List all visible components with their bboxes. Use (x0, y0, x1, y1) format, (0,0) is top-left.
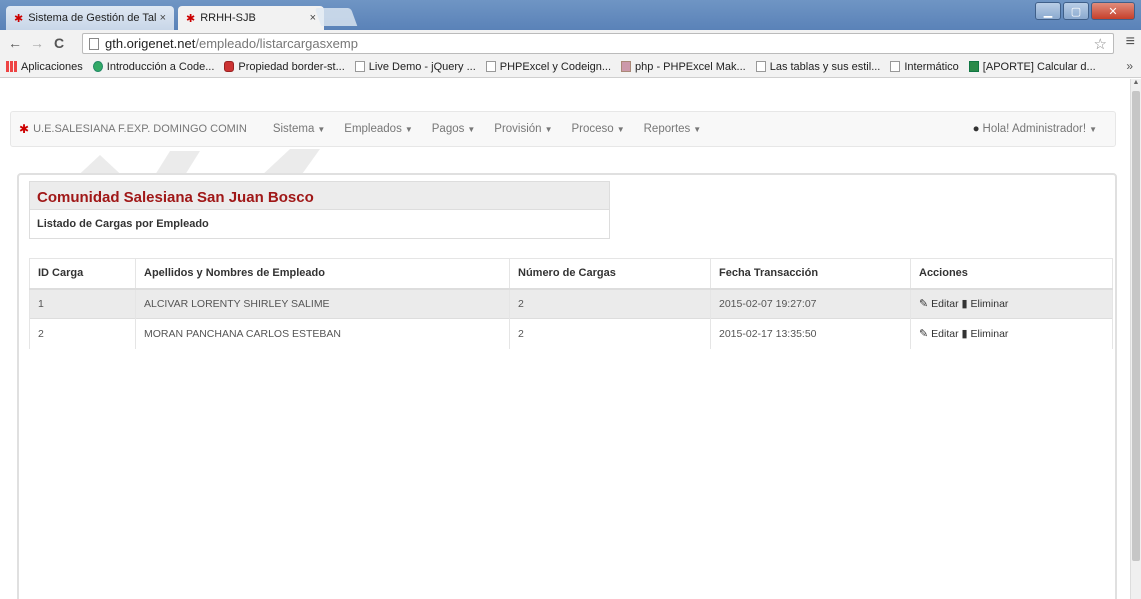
bookmarks-overflow-icon[interactable]: » (1126, 59, 1133, 73)
apps-icon (6, 61, 17, 72)
menu-provision[interactable]: Provisión ▼ (494, 123, 552, 135)
caret-down-icon: ▼ (544, 125, 553, 134)
reload-icon[interactable]: C (48, 35, 70, 51)
tab-label: RRHH-SJB (200, 12, 256, 24)
page-title: Comunidad Salesiana San Juan Bosco (30, 182, 609, 210)
tab-label: Sistema de Gestión de Tal (28, 12, 157, 24)
menu-pagos[interactable]: Pagos ▼ (432, 123, 476, 135)
page-content: ✱ U.E.SALESIANA F.EXP. DOMINGO COMIN Sis… (0, 79, 1130, 599)
column-header-id: ID Carga (29, 258, 136, 290)
bookmark-item[interactable]: PHPExcel y Codeign... (485, 61, 611, 73)
caret-down-icon: ▼ (317, 125, 326, 134)
browser-titlebar: ✱ Sistema de Gestión de Tal × ✱ RRHH-SJB… (0, 0, 1141, 30)
site-favicon-icon: ✱ (14, 12, 24, 25)
tab-rrhh-sjb[interactable]: ✱ RRHH-SJB × (178, 6, 324, 30)
logo-icon: ✱ (19, 122, 30, 136)
app-navbar: ✱ U.E.SALESIANA F.EXP. DOMINGO COMIN Sis… (10, 111, 1116, 147)
site-favicon-icon: ✱ (186, 12, 196, 25)
bookmark-icon (224, 61, 235, 72)
url-path: /empleado/listarcargasxemp (195, 36, 358, 51)
bookmark-icon (621, 61, 632, 72)
bookmark-icon (968, 61, 979, 72)
caret-down-icon: ▼ (693, 125, 702, 134)
tab-close-icon[interactable]: × (310, 12, 316, 24)
caret-down-icon: ▼ (404, 125, 413, 134)
minimize-button[interactable]: ▁ (1035, 2, 1061, 20)
menu-reportes[interactable]: Reportes ▼ (644, 123, 702, 135)
user-menu[interactable]: ● Hola! Administrador! ▼ (973, 123, 1097, 135)
bookmark-icon (92, 61, 103, 72)
page-scrollbar[interactable]: ▲ (1130, 79, 1141, 599)
bookmark-apps[interactable]: Aplicaciones (6, 61, 83, 73)
column-header-name: Apellidos y Nombres de Empleado (135, 258, 510, 290)
brand-link[interactable]: ✱ U.E.SALESIANA F.EXP. DOMINGO COMIN (19, 122, 247, 136)
trash-icon: ▮ (961, 298, 968, 311)
edit-button[interactable]: ✎ Editar (919, 298, 959, 310)
browser-menu-icon[interactable]: ≡ (1126, 33, 1135, 51)
caret-down-icon: ▼ (467, 125, 476, 134)
page-icon (890, 61, 901, 72)
page-icon (89, 37, 99, 50)
table-row: 2 MORAN PANCHANA CARLOS ESTEBAN 2 2015-0… (29, 318, 1113, 349)
scroll-up-arrow-icon[interactable]: ▲ (1131, 79, 1141, 89)
close-window-button[interactable]: ✕ (1091, 2, 1135, 20)
address-bar[interactable]: gth.origenet.net/empleado/listarcargasxe… (82, 33, 1114, 54)
bookmark-item[interactable]: php - PHPExcel Mak... (621, 61, 746, 73)
delete-button[interactable]: ▮ Eliminar (962, 328, 1009, 340)
scrollbar-thumb[interactable] (1132, 91, 1140, 561)
url-host: gth.origenet.net (105, 36, 196, 51)
caret-down-icon: ▼ (1089, 125, 1097, 134)
bookmarks-bar: Aplicaciones Introducción a Code... Prop… (0, 56, 1141, 78)
forward-arrow-icon[interactable]: → (26, 35, 48, 51)
delete-button[interactable]: ▮ Eliminar (962, 298, 1009, 310)
page-icon (354, 61, 365, 72)
column-header-cargas: Número de Cargas (509, 258, 711, 290)
cell-fecha: 2015-02-07 19:27:07 (710, 288, 911, 319)
cargas-table: ID Carga Apellidos y Nombres de Empleado… (29, 258, 1113, 349)
caret-down-icon: ▼ (616, 125, 625, 134)
menu-empleados[interactable]: Empleados ▼ (344, 123, 412, 135)
heading-box: Comunidad Salesiana San Juan Bosco Lista… (29, 181, 610, 239)
edit-button[interactable]: ✎ Editar (919, 328, 959, 340)
tab-close-icon[interactable]: × (160, 12, 166, 24)
bookmark-item[interactable]: Las tablas y sus estil... (755, 61, 880, 73)
browser-toolbar: ← → C gth.origenet.net/empleado/listarca… (0, 30, 1141, 56)
cell-id: 2 (29, 318, 136, 349)
cell-acciones: ✎ Editar ▮ Eliminar (910, 318, 1113, 349)
user-icon: ● (972, 123, 980, 135)
menu-proceso[interactable]: Proceso ▼ (572, 123, 625, 135)
cell-cargas: 2 (509, 318, 711, 349)
brand-label: U.E.SALESIANA F.EXP. DOMINGO COMIN (33, 123, 247, 135)
cell-name: MORAN PANCHANA CARLOS ESTEBAN (135, 318, 510, 349)
bookmark-item[interactable]: [APORTE] Calcular d... (968, 61, 1096, 73)
cell-cargas: 2 (509, 288, 711, 319)
maximize-button[interactable]: ▢ (1063, 2, 1089, 20)
page-subtitle: Listado de Cargas por Empleado (37, 218, 209, 230)
tab-sistema-gestion[interactable]: ✱ Sistema de Gestión de Tal × (6, 6, 174, 30)
column-header-fecha: Fecha Transacción (710, 258, 911, 290)
trash-icon: ▮ (961, 328, 968, 341)
column-header-acciones: Acciones (910, 258, 1113, 290)
bookmark-item[interactable]: Propiedad border-st... (224, 61, 345, 73)
edit-icon: ✎ (919, 298, 929, 311)
cell-id: 1 (29, 288, 136, 319)
back-arrow-icon[interactable]: ← (4, 35, 26, 51)
cell-fecha: 2015-02-17 13:35:50 (710, 318, 911, 349)
page-icon (755, 61, 766, 72)
bookmark-item[interactable]: Introducción a Code... (92, 61, 214, 73)
edit-icon: ✎ (919, 328, 929, 341)
new-tab-button[interactable] (314, 8, 358, 26)
bookmark-item[interactable]: Live Demo - jQuery ... (354, 61, 476, 73)
bookmark-item[interactable]: Intermático (890, 61, 959, 73)
table-row: 1 ALCIVAR LORENTY SHIRLEY SALIME 2 2015-… (29, 288, 1113, 319)
cell-name: ALCIVAR LORENTY SHIRLEY SALIME (135, 288, 510, 319)
page-icon (485, 61, 496, 72)
cell-acciones: ✎ Editar ▮ Eliminar (910, 288, 1113, 319)
menu-sistema[interactable]: Sistema ▼ (273, 123, 325, 135)
window-controls: ▁ ▢ ✕ (1035, 2, 1135, 20)
main-panel: Comunidad Salesiana San Juan Bosco Lista… (17, 173, 1117, 599)
table-header-row: ID Carga Apellidos y Nombres de Empleado… (29, 258, 1113, 290)
bookmark-star-icon[interactable]: ☆ (1094, 35, 1107, 53)
